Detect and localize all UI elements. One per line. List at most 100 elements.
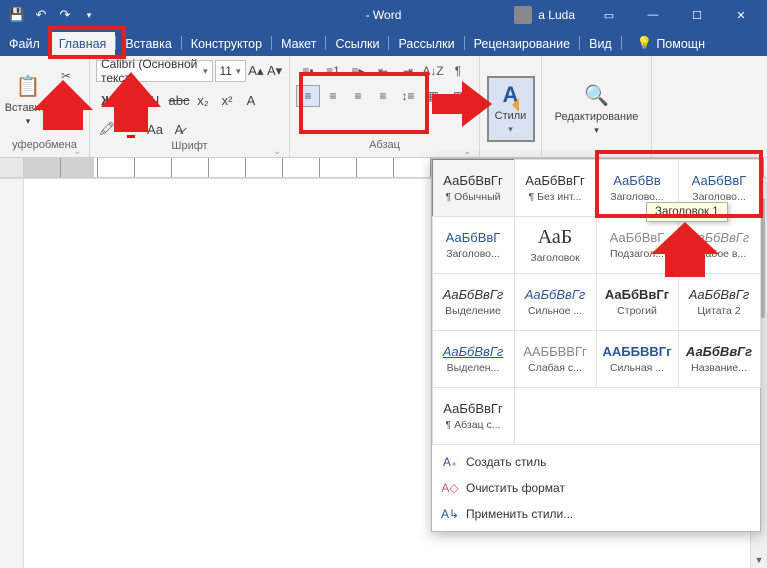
tab-mailings[interactable]: Рассылки xyxy=(389,32,463,56)
style-name: Слабая с... xyxy=(517,362,594,374)
style-item[interactable]: АаБбВвГгНазвание... xyxy=(678,330,761,388)
align-right-icon[interactable]: ≡ xyxy=(346,85,370,107)
tab-help[interactable]: 💡Помощн xyxy=(628,31,714,56)
style-preview: АаБбВвГг xyxy=(689,287,750,302)
text-effects-icon[interactable]: A xyxy=(240,89,262,111)
tab-insert[interactable]: Вставка xyxy=(116,32,180,56)
style-item[interactable]: АаБбВвГгЦитата 2 xyxy=(678,273,761,331)
ribbon-options-icon[interactable]: ▭ xyxy=(589,0,629,30)
font-size-combo[interactable]: 11▾ xyxy=(215,60,246,82)
paste-icon: 📋 xyxy=(14,72,42,100)
style-name: Сильное ... xyxy=(517,305,594,317)
bullets-icon[interactable]: ≡• xyxy=(296,60,320,82)
close-button[interactable]: ✕ xyxy=(721,0,761,30)
undo-icon[interactable]: ↶ xyxy=(30,4,52,26)
style-name: Название... xyxy=(681,362,758,374)
style-item[interactable]: АаБбВвГгСильное ... xyxy=(514,273,597,331)
superscript-button[interactable]: x² xyxy=(216,89,238,111)
grow-font-icon[interactable]: A▴ xyxy=(248,60,265,82)
clear-format-icon[interactable]: A̷ xyxy=(168,118,190,140)
format-painter-icon[interactable]: 🖌 xyxy=(56,114,76,134)
paste-button[interactable]: 📋 Вставить ▾ xyxy=(6,60,50,139)
indent-icon[interactable]: ⇥ xyxy=(396,60,420,82)
shading-icon[interactable]: ▦ xyxy=(421,85,445,107)
outdent-icon[interactable]: ⇤ xyxy=(371,60,395,82)
align-center-icon[interactable]: ≡ xyxy=(321,85,345,107)
numbering-icon[interactable]: ≡1 xyxy=(321,60,345,82)
style-preview: АаБбВвГ xyxy=(692,173,747,188)
clear-format-item[interactable]: A◇ Очистить формат xyxy=(432,475,760,501)
save-icon[interactable]: 💾 xyxy=(6,4,28,26)
tab-references[interactable]: Ссылки xyxy=(326,32,388,56)
style-item[interactable]: АаБбВвГг¶ Абзац с... xyxy=(432,387,515,445)
group-clipboard: 📋 Вставить ▾ ✂ ⎘ 🖌 уферобмена xyxy=(0,56,90,157)
style-item[interactable]: ААББВВГг Сильная ... xyxy=(596,330,679,388)
subscript-button[interactable]: x₂ xyxy=(192,89,214,111)
style-name: Сильная ... xyxy=(599,362,676,374)
highlight-icon[interactable]: 🖍 xyxy=(96,118,118,140)
show-marks-icon[interactable]: ¶ xyxy=(446,60,470,82)
underline-button[interactable]: Ч xyxy=(144,89,166,111)
style-item[interactable]: АаБЗаголовок xyxy=(514,216,597,274)
styles-button[interactable]: A Стили ▾ xyxy=(487,76,535,142)
avatar-icon xyxy=(514,6,532,24)
window-title: - Word xyxy=(366,8,402,22)
maximize-button[interactable]: ☐ xyxy=(677,0,717,30)
style-preview: АаБбВвГг xyxy=(689,230,750,245)
font-color-icon[interactable]: A xyxy=(120,118,142,140)
style-item[interactable]: АаБбВвГг¶ Обычный xyxy=(432,159,515,217)
change-case-icon[interactable]: Aa xyxy=(144,118,166,140)
style-item[interactable]: АаБбВвГгВыделение xyxy=(432,273,515,331)
create-style-label: Создать стиль xyxy=(466,455,546,469)
tab-view[interactable]: Вид xyxy=(580,32,621,56)
tab-layout[interactable]: Макет xyxy=(272,32,325,56)
style-preview: АаБ xyxy=(538,225,573,249)
style-name: Выделение xyxy=(435,305,512,317)
style-preview: АаБбВвГг xyxy=(443,173,502,188)
redo-icon[interactable]: ↷ xyxy=(54,4,76,26)
italic-button[interactable]: К xyxy=(120,89,142,111)
style-preview: ААББВВГг xyxy=(602,344,671,359)
style-name: ¶ Без инт... xyxy=(517,191,594,203)
style-name: Слабое в... xyxy=(681,248,758,260)
editing-button[interactable]: 🔍 Редактирование ▾ xyxy=(548,81,645,136)
sort-icon[interactable]: A↓Z xyxy=(421,60,445,82)
group-editing: 🔍 Редактирование ▾ xyxy=(542,56,652,157)
titlebar: 💾 ↶ ↷ ▾ - Word a Luda ▭ — ☐ ✕ xyxy=(0,0,767,30)
minimize-button[interactable]: — xyxy=(633,0,673,30)
tab-file[interactable]: Файл xyxy=(0,32,49,56)
style-item[interactable]: АаБбВвГ Подзагол... xyxy=(596,216,679,274)
style-item[interactable]: АаБбВвГгСтрогий xyxy=(596,273,679,331)
vertical-ruler[interactable] xyxy=(0,179,24,568)
borders-icon[interactable]: ⊞ xyxy=(446,85,470,107)
tab-design[interactable]: Конструктор xyxy=(182,32,271,56)
create-style-item[interactable]: A₊ Создать стиль xyxy=(432,449,760,475)
style-item[interactable]: АаБбВвГг¶ Без инт... xyxy=(514,159,597,217)
style-preview: АаБбВвГ xyxy=(610,230,665,245)
cut-icon[interactable]: ✂ xyxy=(56,66,76,86)
align-left-icon[interactable]: ≡ xyxy=(296,85,320,107)
justify-icon[interactable]: ≡ xyxy=(371,85,395,107)
style-item[interactable]: АаБбВвГг Слабое в... xyxy=(678,216,761,274)
style-name: Строгий xyxy=(599,305,676,317)
font-name-combo[interactable]: Calibri (Основной текст▾ xyxy=(96,60,213,82)
strike-button[interactable]: abc xyxy=(168,89,190,111)
style-item[interactable]: ААББВВГгСлабая с... xyxy=(514,330,597,388)
style-item[interactable]: АаБбВвГгВыделен... xyxy=(432,330,515,388)
ribbon: 📋 Вставить ▾ ✂ ⎘ 🖌 уферобмена Calibri (О… xyxy=(0,56,767,158)
tab-home[interactable]: Главная xyxy=(50,32,116,56)
apply-styles-item[interactable]: A↳ Применить стили... xyxy=(432,501,760,527)
line-spacing-icon[interactable]: ↕≡ xyxy=(396,85,420,107)
qat-dropdown-icon[interactable]: ▾ xyxy=(78,4,100,26)
style-item[interactable]: АаБбВвГЗаголово... xyxy=(432,216,515,274)
multilevel-icon[interactable]: ≡▸ xyxy=(346,60,370,82)
tab-review[interactable]: Рецензирование xyxy=(465,32,580,56)
style-name: Подзагол... xyxy=(599,248,676,260)
style-name: Заголово... xyxy=(681,191,758,203)
bold-button[interactable]: Ж xyxy=(96,89,118,111)
shrink-font-icon[interactable]: A▾ xyxy=(266,60,283,82)
style-name: ¶ Абзац с... xyxy=(435,419,512,431)
user-account[interactable]: a Luda xyxy=(514,6,575,24)
copy-icon[interactable]: ⎘ xyxy=(56,90,76,110)
scroll-down-icon[interactable]: ▼ xyxy=(751,551,767,568)
